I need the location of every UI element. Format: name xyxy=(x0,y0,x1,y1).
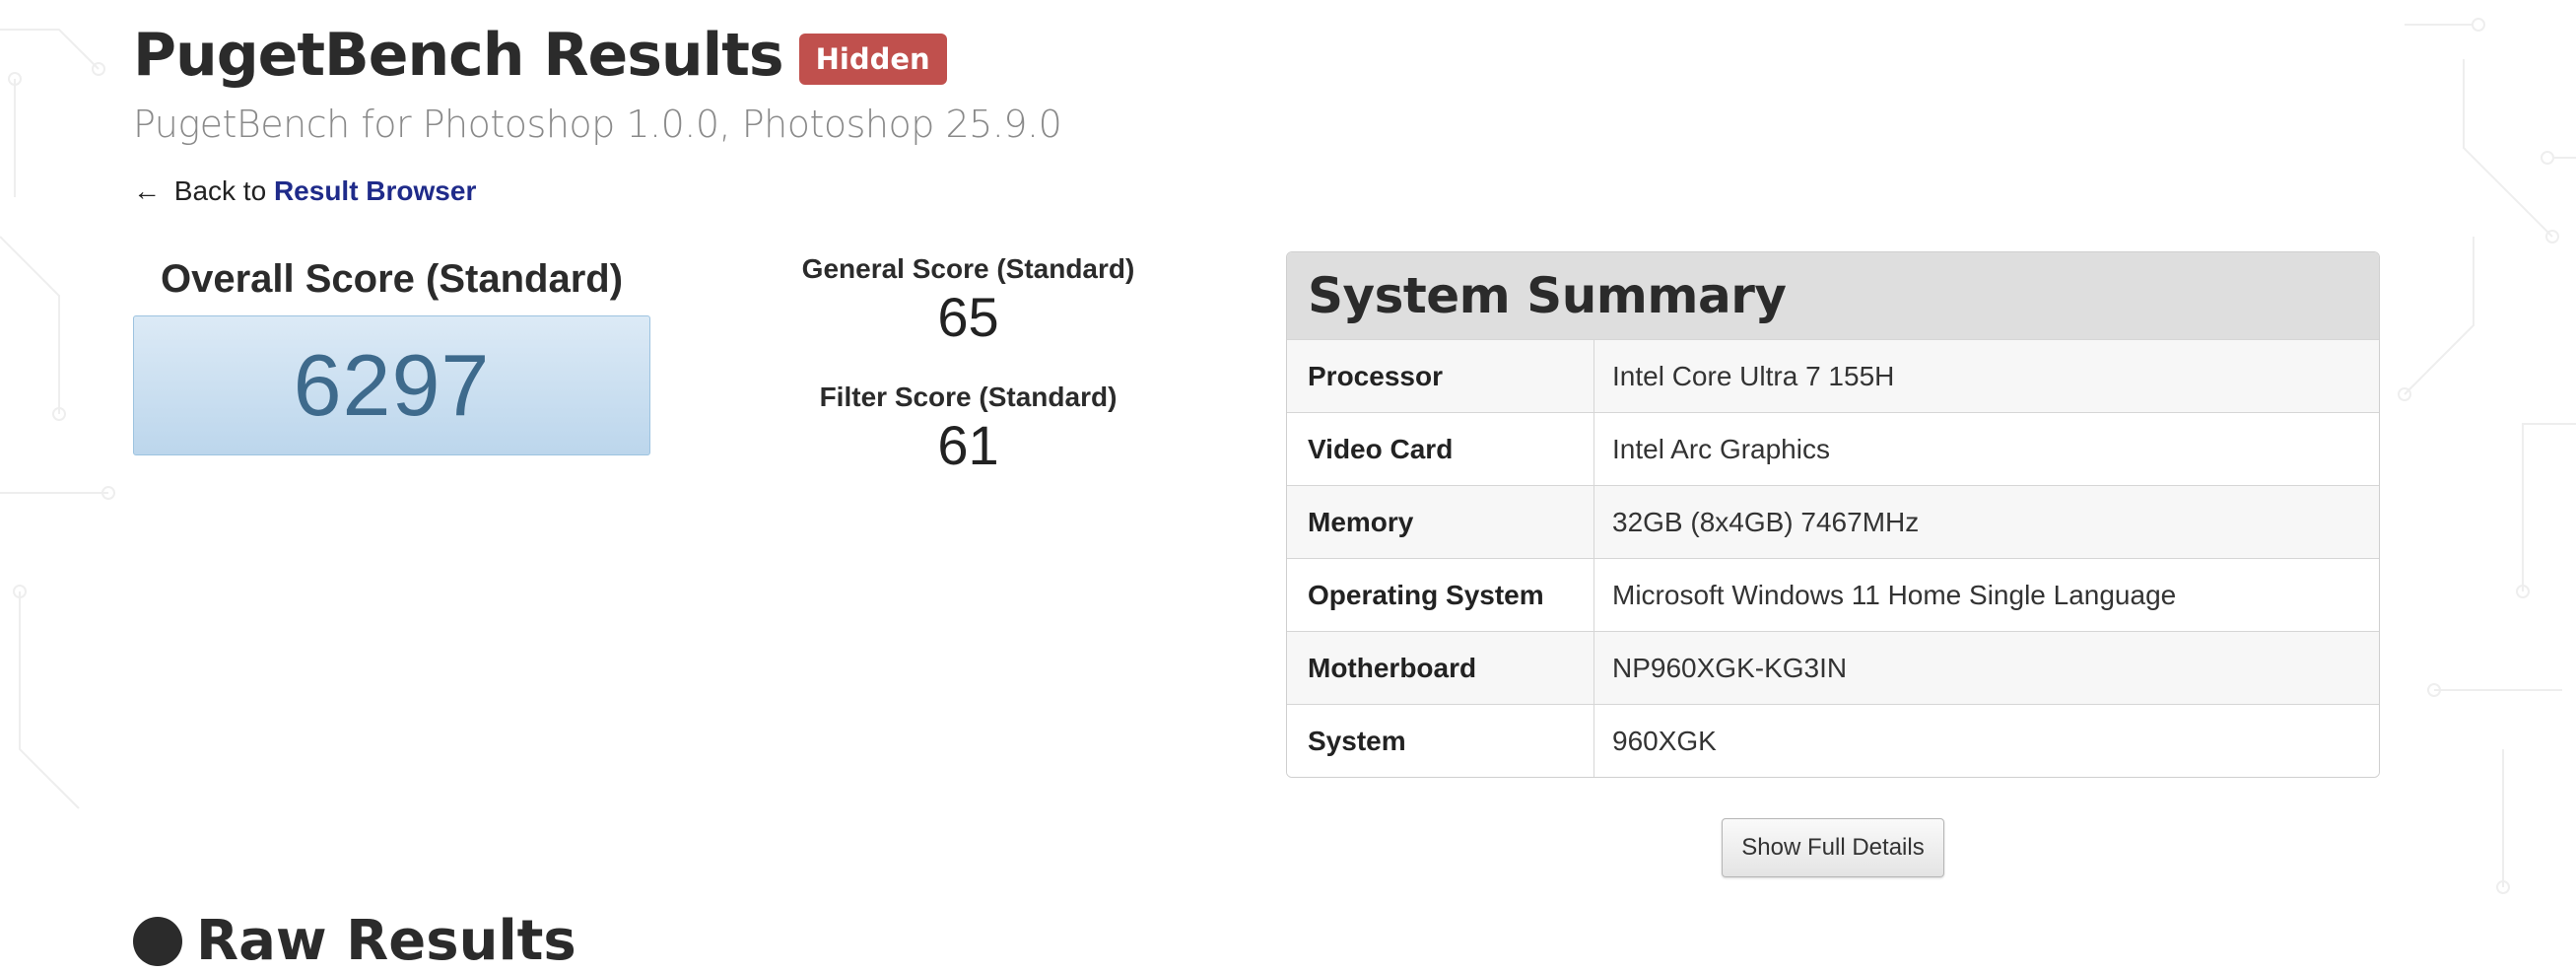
general-score-value: 65 xyxy=(937,286,999,348)
table-row: Memory 32GB (8x4GB) 7467MHz xyxy=(1287,485,2379,559)
system-summary-table: Processor Intel Core Ultra 7 155H Video … xyxy=(1287,339,2379,777)
system-summary-panel: System Summary Processor Intel Core Ultr… xyxy=(1286,251,2380,778)
spec-key: Processor xyxy=(1287,339,1594,413)
table-row: Operating System Microsoft Windows 11 Ho… xyxy=(1287,558,2379,632)
visibility-badge: Hidden xyxy=(798,34,947,85)
overall-score-box: 6297 xyxy=(133,315,650,455)
arrow-left-icon: ← xyxy=(133,175,161,206)
spec-value: 32GB (8x4GB) 7467MHz xyxy=(1593,485,2379,559)
show-full-details-button[interactable]: Show Full Details xyxy=(1722,818,1944,877)
overall-score-value: 6297 xyxy=(293,336,491,434)
overall-score: Overall Score (Standard) 6297 xyxy=(133,251,650,455)
spec-value: Microsoft Windows 11 Home Single Languag… xyxy=(1593,558,2379,632)
benchmark-subtitle: PugetBench for Photoshop 1.0.0, Photosho… xyxy=(133,103,1062,146)
title-row: PugetBench Results Hidden xyxy=(133,20,947,91)
spec-value: 960XGK xyxy=(1593,704,2379,777)
raw-results-heading: Raw Results xyxy=(133,912,576,971)
table-row: Video Card Intel Arc Graphics xyxy=(1287,412,2379,486)
system-summary-title: System Summary xyxy=(1287,252,2379,339)
info-circle-icon xyxy=(133,917,182,966)
raw-results-title: Raw Results xyxy=(196,909,576,973)
spec-key: Motherboard xyxy=(1287,631,1594,705)
general-score-label: General Score (Standard) xyxy=(801,253,1135,284)
filter-score-value: 61 xyxy=(937,414,999,476)
back-prefix: Back to xyxy=(173,175,267,206)
result-browser-link[interactable]: Result Browser xyxy=(274,175,476,206)
table-row: System 960XGK xyxy=(1287,704,2379,777)
spec-value: Intel Arc Graphics xyxy=(1593,412,2379,486)
filter-score: Filter Score (Standard) 61 xyxy=(793,380,1143,476)
filter-score-label: Filter Score (Standard) xyxy=(819,382,1118,412)
spec-key: Operating System xyxy=(1287,558,1594,632)
spec-key: System xyxy=(1287,704,1594,777)
table-row: Processor Intel Core Ultra 7 155H xyxy=(1287,339,2379,413)
table-row: Motherboard NP960XGK-KG3IN xyxy=(1287,631,2379,705)
page-content: PugetBench Results Hidden PugetBench for… xyxy=(0,0,2576,971)
spec-value: NP960XGK-KG3IN xyxy=(1593,631,2379,705)
back-to-results: ← Back to Result Browser xyxy=(133,175,476,207)
overall-score-label: Overall Score (Standard) xyxy=(160,257,624,301)
general-score: General Score (Standard) 65 xyxy=(793,251,1143,348)
spec-key: Memory xyxy=(1287,485,1594,559)
page-title: PugetBench Results xyxy=(133,21,784,90)
spec-value: Intel Core Ultra 7 155H xyxy=(1593,339,2379,413)
spec-key: Video Card xyxy=(1287,412,1594,486)
